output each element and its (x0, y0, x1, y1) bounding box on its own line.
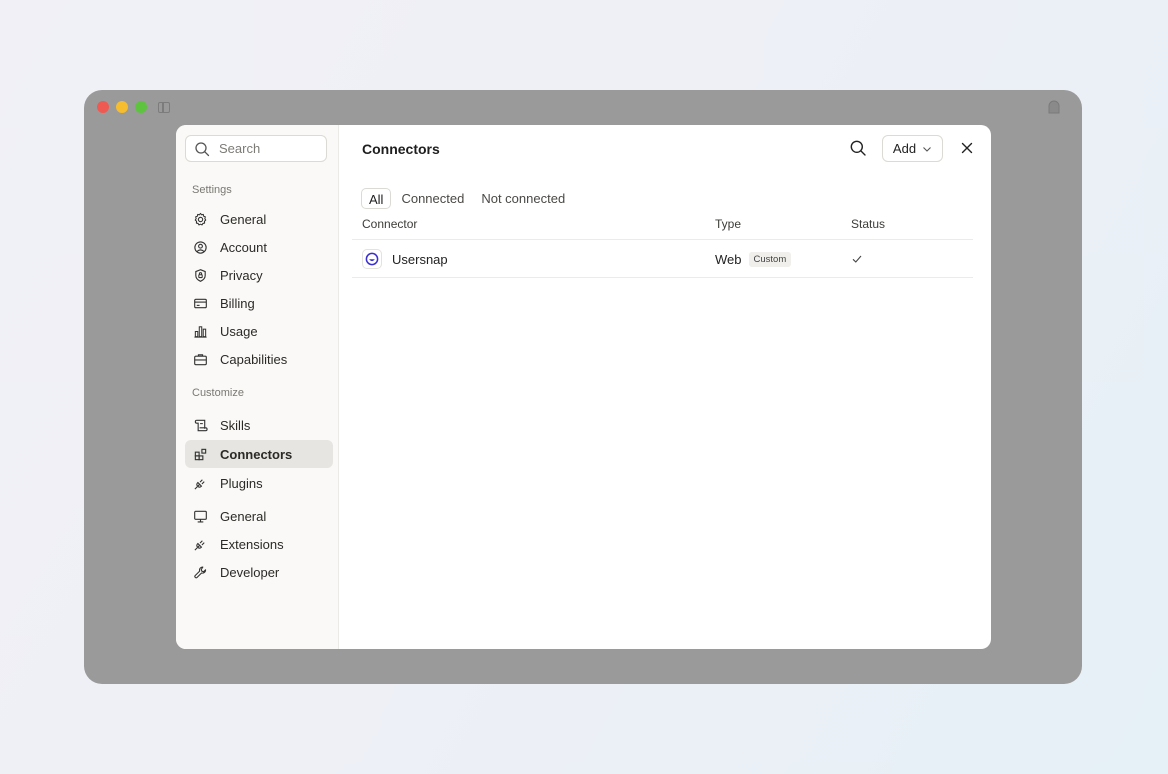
sidebar-item-capabilities[interactable]: Capabilities (185, 345, 333, 373)
table-header: Connector Type Status (352, 213, 973, 240)
add-button-label: Add (892, 141, 917, 156)
briefcase-icon (194, 353, 207, 365)
sidebar-item-app-general[interactable]: General (185, 502, 333, 530)
settings-section-label: Settings (192, 184, 232, 196)
tab-connected[interactable]: Connected (394, 188, 471, 209)
ghost-icon[interactable] (1046, 99, 1062, 115)
sidebar-item-extensions[interactable]: Extensions (185, 530, 333, 558)
connector-type: Web (715, 251, 742, 267)
settings-modal: Settings General Account Privacy Billing (176, 125, 991, 649)
sidebar-item-account[interactable]: Account (185, 233, 333, 261)
search-icon (195, 141, 210, 156)
bar-chart-icon (194, 325, 207, 338)
connectors-table: Connector Type Status Usersnap Web Custo… (352, 213, 973, 278)
sidebar-item-label: Account (220, 239, 267, 255)
credit-card-icon (194, 298, 207, 308)
user-circle-icon (194, 240, 207, 254)
scroll-icon (194, 419, 208, 431)
monitor-icon (194, 510, 207, 523)
sidebar-item-label: Connectors (220, 446, 293, 462)
sidebar-item-skills[interactable]: Skills (185, 411, 333, 439)
column-header-status[interactable]: Status (851, 217, 885, 231)
close-icon[interactable] (959, 140, 975, 156)
sidebar-item-developer[interactable]: Developer (185, 558, 333, 586)
sidebar-item-label: Plugins (220, 475, 263, 491)
customize-section-label: Customize (192, 387, 244, 399)
usersnap-logo-icon (362, 249, 382, 269)
sidebar-item-general[interactable]: General (185, 205, 333, 233)
blocks-icon (194, 448, 207, 460)
sidebar-item-billing[interactable]: Billing (185, 289, 333, 317)
sidebar-item-label: Privacy (220, 267, 263, 283)
sidebar-item-label: Skills (220, 417, 251, 433)
connector-name: Usersnap (392, 251, 448, 267)
settings-sidebar: Settings General Account Privacy Billing (176, 125, 339, 649)
tab-all[interactable]: All (361, 188, 392, 209)
plug-icon (194, 478, 205, 490)
sidebar-item-connectors[interactable]: Connectors (185, 440, 333, 468)
search-input[interactable] (219, 141, 319, 156)
gear-icon (194, 212, 207, 225)
shield-icon (195, 268, 206, 282)
status-cell (851, 240, 863, 278)
table-row[interactable]: Usersnap Web Custom (352, 240, 973, 278)
app-window: Settings General Account Privacy Billing (84, 90, 1082, 684)
chevron-down-icon (923, 146, 931, 152)
page-title: Connectors (362, 141, 440, 157)
sidebar-search[interactable] (185, 135, 327, 162)
checkmark-icon (852, 255, 862, 263)
column-header-type[interactable]: Type (715, 217, 741, 231)
custom-badge: Custom (748, 251, 792, 267)
filter-tabs: All Connected Not connected (361, 188, 572, 209)
type-cell: Web Custom (715, 240, 792, 278)
search-icon[interactable] (849, 139, 867, 157)
tab-not-connected[interactable]: Not connected (474, 188, 572, 209)
wrench-icon (194, 566, 207, 578)
connector-cell: Usersnap (362, 240, 448, 278)
sidebar-item-plugins[interactable]: Plugins (185, 469, 333, 497)
sidebar-item-privacy[interactable]: Privacy (185, 261, 333, 289)
sidebar-toggle-icon[interactable] (158, 101, 170, 113)
plug-icon (194, 539, 205, 551)
sidebar-item-label: Usage (220, 323, 258, 339)
sidebar-item-label: General (220, 508, 267, 524)
add-button[interactable]: Add (882, 135, 943, 162)
sidebar-item-usage[interactable]: Usage (185, 317, 333, 345)
minimize-window-button[interactable] (116, 101, 128, 113)
connectors-panel: Connectors Add All Connected Not connect… (339, 125, 991, 649)
sidebar-item-label: Extensions (220, 536, 284, 552)
column-header-connector[interactable]: Connector (362, 217, 417, 231)
maximize-window-button[interactable] (135, 101, 147, 113)
sidebar-item-label: Billing (220, 295, 255, 311)
sidebar-item-label: Capabilities (220, 351, 288, 367)
close-window-button[interactable] (97, 101, 109, 113)
window-controls (97, 101, 170, 113)
sidebar-item-label: General (220, 211, 267, 227)
sidebar-item-label: Developer (220, 564, 280, 580)
